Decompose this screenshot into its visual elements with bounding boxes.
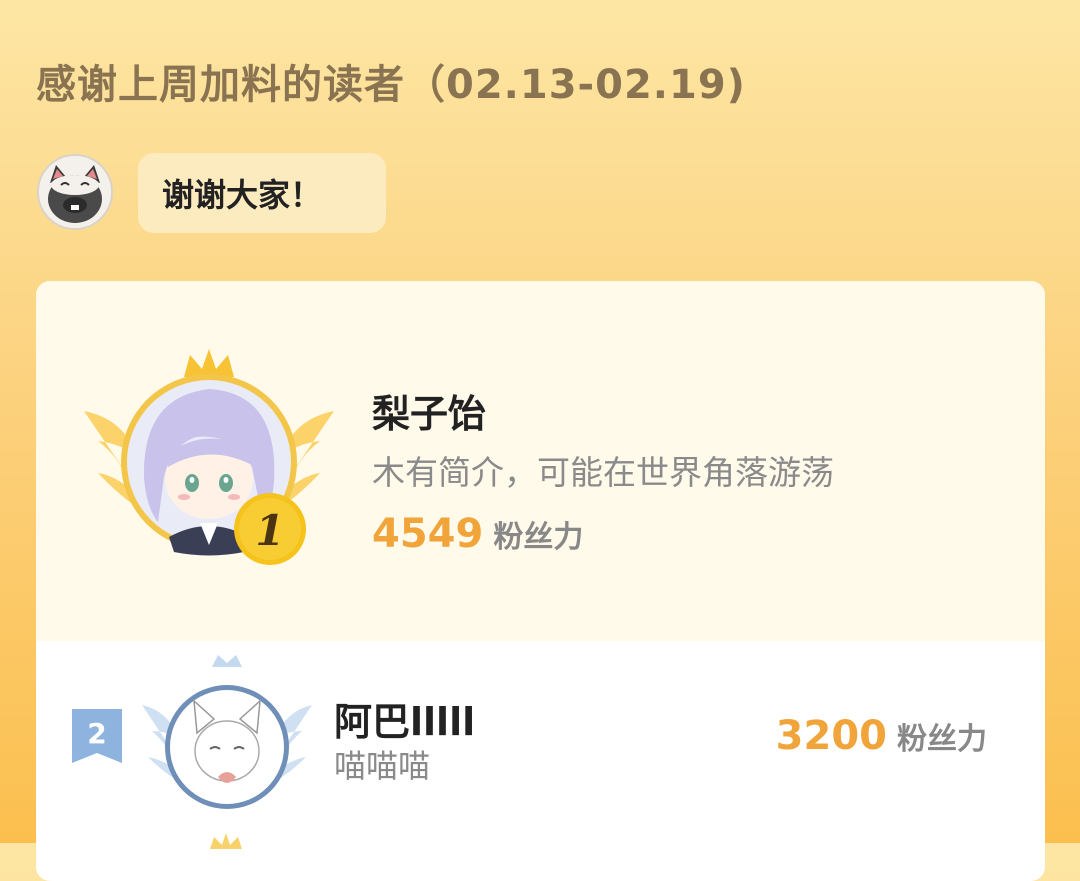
leaderboard-row-2[interactable]: 2 阿巴lllll 喵喵喵 3200 粉丝力 <box>36 641 1045 881</box>
page-title: 感谢上周加料的读者（02.13-02.19) <box>36 62 746 108</box>
rank-2-name: 阿巴lllll <box>334 700 476 744</box>
leaderboard-card: 1 梨子饴 木有简介，可能在世界角落游荡 4549 粉丝力 2 阿巴lllll … <box>36 281 1045 881</box>
rank-1-score-unit: 粉丝力 <box>493 520 584 555</box>
rank-1-score-value: 4549 <box>372 511 484 557</box>
rank-1-bio: 木有简介，可能在世界角落游荡 <box>372 453 834 492</box>
cat-mascot-icon <box>36 153 114 231</box>
rank-2-number: 2 <box>87 717 106 750</box>
rank-2-avatar[interactable] <box>142 653 312 823</box>
rank-1-score: 4549 粉丝力 <box>372 511 583 557</box>
rank-2-score-value: 3200 <box>775 713 887 759</box>
rank-3-crown-icon <box>206 833 246 849</box>
rank-1-avatar[interactable]: 1 <box>84 347 334 577</box>
leaderboard-row-1[interactable]: 1 梨子饴 木有简介，可能在世界角落游荡 4549 粉丝力 <box>36 281 1045 641</box>
rank-2-score-unit: 粉丝力 <box>897 722 987 757</box>
rank-2-bio: 喵喵喵 <box>334 747 431 785</box>
rank-1-name: 梨子饴 <box>372 392 487 436</box>
rank-1-badge-number: 1 <box>255 506 284 555</box>
greeting-bubble: 谢谢大家！ <box>138 153 386 233</box>
rank-2-flag-icon: 2 <box>72 709 122 763</box>
greeting-text: 谢谢大家！ <box>162 176 323 214</box>
rank-2-score: 3200 粉丝力 <box>776 713 987 759</box>
